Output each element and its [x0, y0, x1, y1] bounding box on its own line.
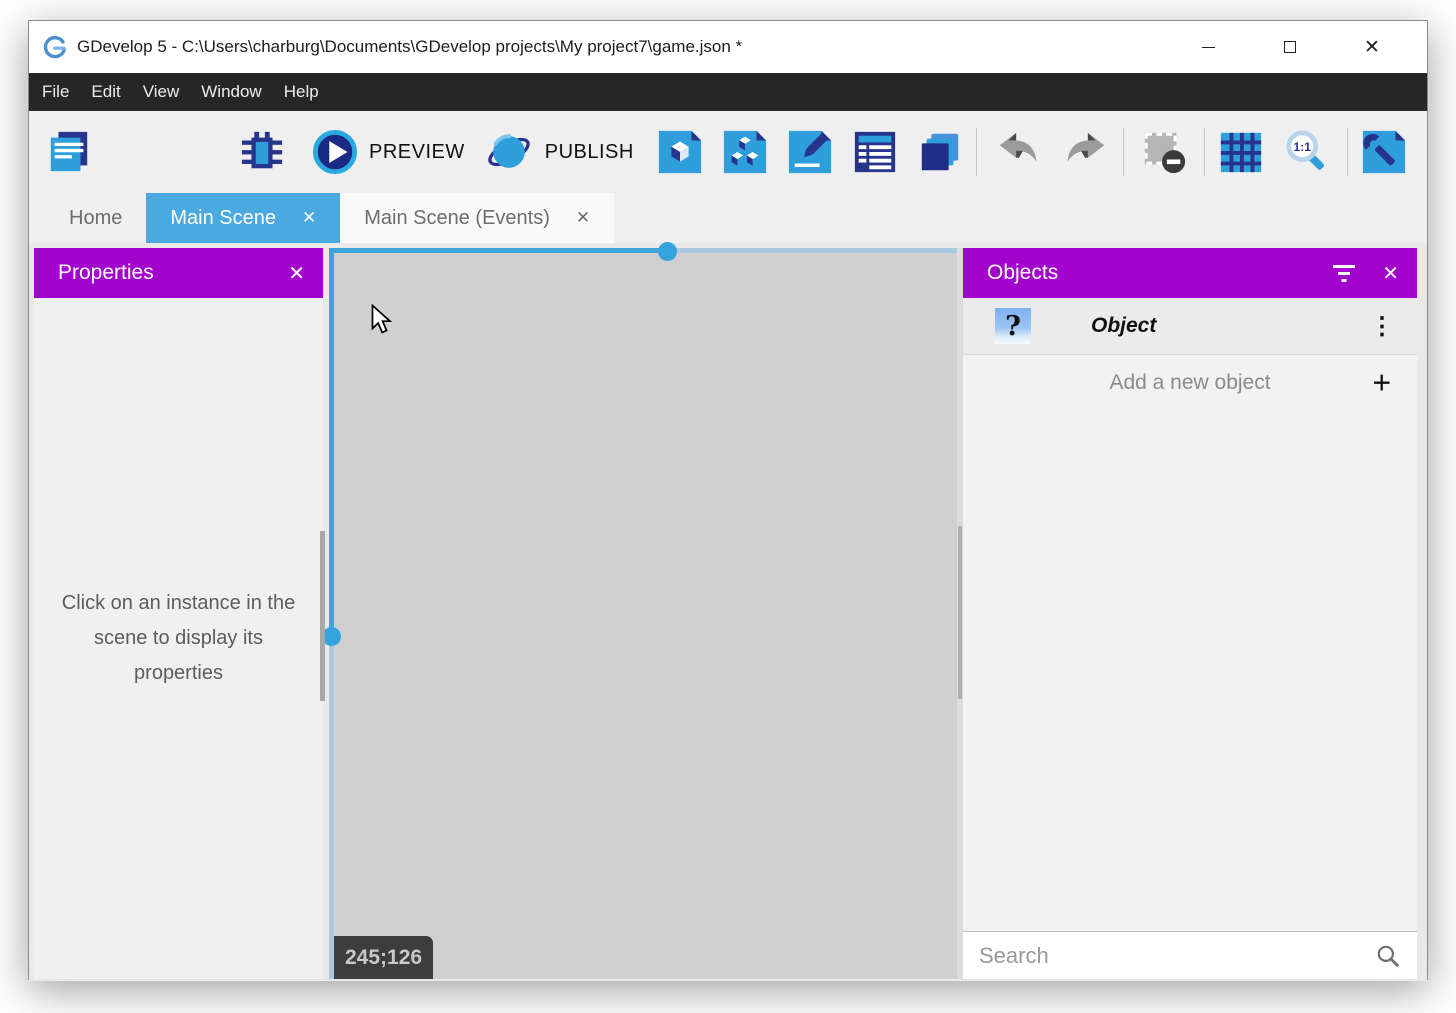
gdevelop-logo-icon	[43, 35, 67, 59]
debugger-button[interactable]	[238, 128, 286, 176]
properties-panel-title: Properties	[58, 261, 154, 285]
search-icon[interactable]	[1375, 943, 1401, 969]
toolbar-separator	[976, 128, 977, 176]
editor-tabbar: Home Main Scene ✕ Main Scene (Events) ✕	[29, 193, 1427, 243]
layers-icon	[917, 129, 963, 175]
close-properties-icon[interactable]: ✕	[288, 261, 305, 286]
tab-main-scene-events-label: Main Scene (Events)	[364, 207, 550, 230]
minimize-button[interactable]	[1193, 32, 1223, 62]
tab-home-label: Home	[69, 207, 122, 230]
edit-scene-properties-button[interactable]	[786, 128, 834, 176]
objects-panel: Objects ✕ ? Object ⋮ Add a new object +	[963, 248, 1417, 979]
zoom-1-1-icon: 1:1	[1284, 129, 1330, 175]
menu-help[interactable]: Help	[273, 73, 330, 111]
object-more-menu-icon[interactable]: ⋮	[1370, 312, 1395, 341]
publish-label[interactable]: PUBLISH	[545, 141, 634, 164]
publish-globe-icon	[486, 129, 532, 175]
properties-empty-message: Click on an instance in the scene to dis…	[51, 586, 307, 691]
properties-panel-body: Click on an instance in the scene to dis…	[34, 298, 323, 979]
scene-canvas[interactable]: 245;126	[329, 248, 963, 979]
svg-text:1:1: 1:1	[1293, 140, 1311, 154]
add-object-label: Add a new object	[1109, 371, 1270, 395]
project-manager-button[interactable]	[45, 128, 93, 176]
project-manager-icon	[46, 129, 92, 175]
tab-main-scene-label: Main Scene	[170, 207, 276, 230]
window-title: GDevelop 5 - C:\Users\charburg\Documents…	[77, 37, 742, 57]
properties-panel: Properties ✕ Click on an instance in the…	[34, 248, 323, 979]
menu-edit[interactable]: Edit	[80, 73, 131, 111]
menubar: File Edit View Window Help	[29, 73, 1427, 111]
edit-pencil-icon	[787, 129, 833, 175]
tab-main-scene[interactable]: Main Scene ✕	[146, 193, 340, 243]
toolbar: PREVIEW PUBLISH	[29, 111, 1427, 193]
resize-handle-top[interactable]	[658, 242, 677, 261]
canvas-vertical-scrollbar-thumb[interactable]	[958, 526, 962, 699]
object-unknown-thumbnail-icon: ?	[995, 308, 1031, 344]
delete-instances-button[interactable]	[1140, 128, 1188, 176]
scene-window-top-border	[329, 248, 963, 253]
events-sheet-icon	[852, 129, 898, 175]
editor-content: Properties ✕ Click on an instance in the…	[29, 243, 1427, 981]
tab-close-icon[interactable]: ✕	[302, 208, 316, 228]
edit-events-button[interactable]	[851, 128, 899, 176]
object-name: Object	[1091, 314, 1156, 338]
cursor-coordinates-badge: 245;126	[334, 936, 433, 979]
delete-selection-icon	[1141, 129, 1187, 175]
play-icon	[312, 129, 358, 175]
menu-file[interactable]: File	[31, 73, 80, 111]
preview-button[interactable]	[311, 128, 359, 176]
toolbar-separator	[1347, 128, 1348, 176]
canvas-left-scrollbar-thumb[interactable]	[320, 531, 325, 701]
properties-panel-header: Properties ✕	[34, 248, 323, 298]
scene-cube-icon	[657, 129, 703, 175]
mouse-cursor-icon	[371, 304, 393, 336]
tab-home[interactable]: Home	[45, 193, 146, 243]
undo-button[interactable]	[995, 128, 1043, 176]
objects-panel-header: Objects ✕	[963, 248, 1417, 298]
toggle-grid-button[interactable]	[1217, 128, 1265, 176]
object-list-item[interactable]: ? Object ⋮	[963, 298, 1417, 355]
filter-icon[interactable]	[1332, 264, 1356, 283]
objects-search-bar	[963, 931, 1417, 979]
zoom-original-button[interactable]: 1:1	[1283, 128, 1331, 176]
tab-main-scene-events[interactable]: Main Scene (Events) ✕	[340, 193, 614, 243]
tab-close-icon[interactable]: ✕	[576, 208, 590, 228]
add-object-row[interactable]: Add a new object +	[963, 355, 1417, 410]
undo-icon	[996, 129, 1042, 175]
scene-window-left-border	[329, 248, 334, 979]
titlebar: GDevelop 5 - C:\Users\charburg\Documents…	[29, 21, 1427, 73]
menu-window[interactable]: Window	[190, 73, 272, 111]
app-window: GDevelop 5 - C:\Users\charburg\Documents…	[28, 20, 1428, 980]
edit-layers-button[interactable]	[916, 128, 964, 176]
edit-scene-button[interactable]	[656, 128, 704, 176]
edit-scene-objects-button[interactable]	[721, 128, 769, 176]
plus-icon[interactable]: +	[1372, 364, 1391, 401]
toolbar-separator	[1204, 128, 1205, 176]
wrench-icon	[1361, 129, 1407, 175]
redo-icon	[1062, 129, 1108, 175]
objects-panel-title: Objects	[987, 261, 1058, 285]
toolbar-separator	[1123, 128, 1124, 176]
objects-search-input[interactable]	[963, 943, 1375, 969]
preview-label[interactable]: PREVIEW	[369, 141, 465, 164]
close-objects-icon[interactable]: ✕	[1382, 261, 1399, 286]
redo-button[interactable]	[1061, 128, 1109, 176]
scene-objects-cubes-icon	[722, 129, 768, 175]
grid-icon	[1218, 129, 1264, 175]
debugger-bug-icon	[239, 129, 285, 175]
maximize-button[interactable]	[1275, 32, 1305, 62]
close-window-button[interactable]: ✕	[1357, 32, 1387, 62]
menu-view[interactable]: View	[132, 73, 191, 111]
publish-button[interactable]	[485, 128, 533, 176]
open-settings-button[interactable]	[1360, 128, 1408, 176]
